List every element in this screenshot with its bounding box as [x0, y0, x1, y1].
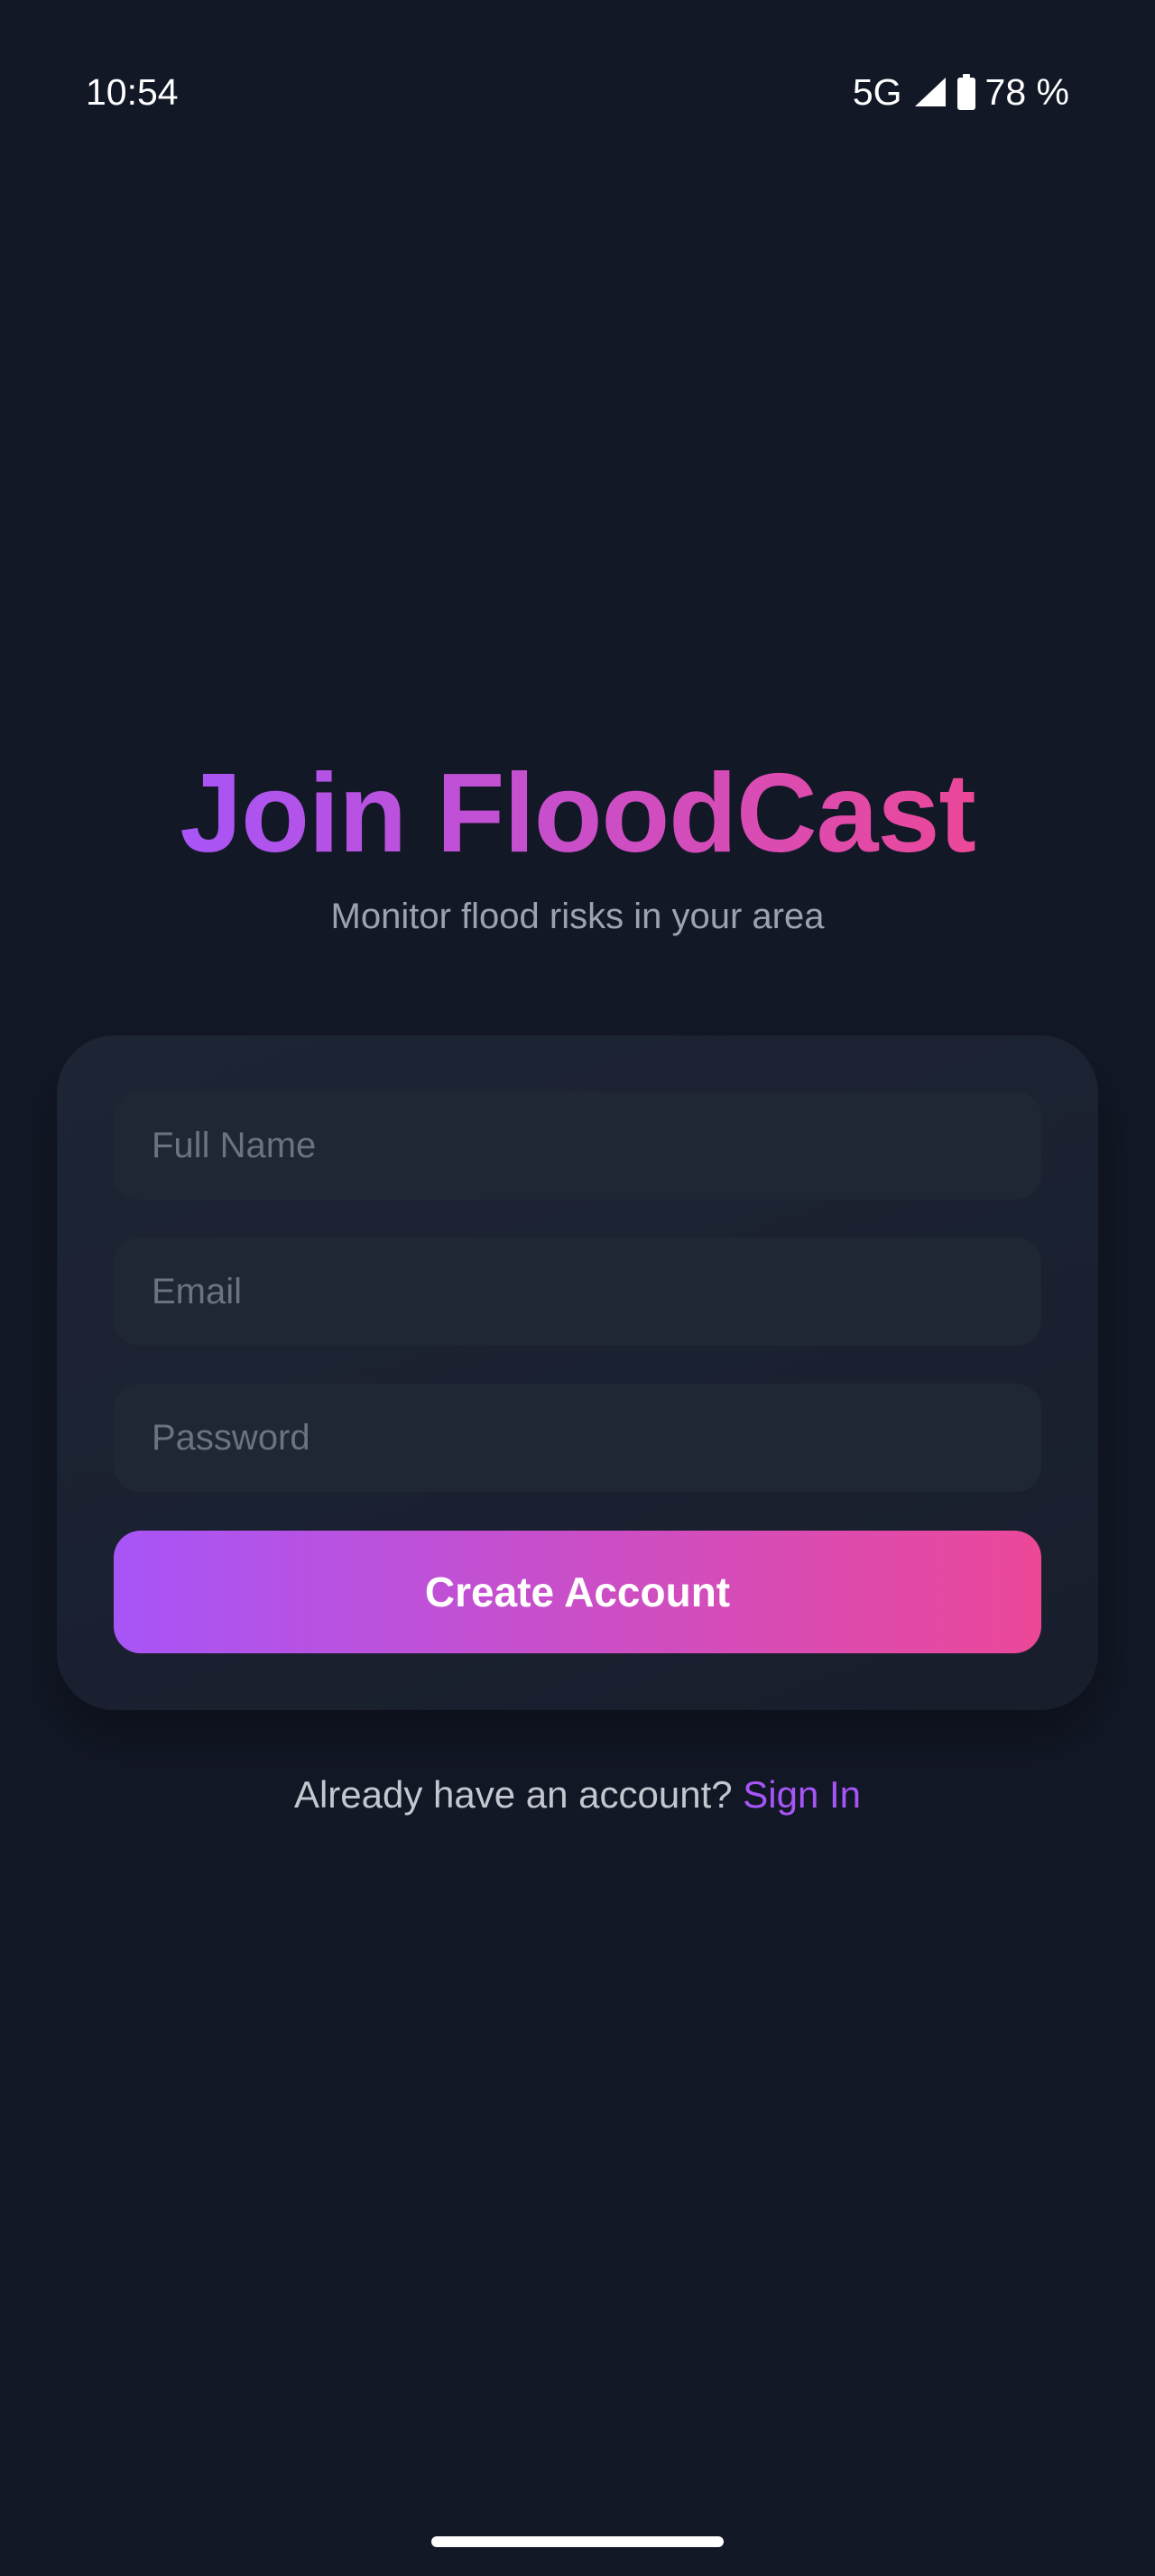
battery-icon — [956, 74, 976, 110]
home-indicator[interactable] — [431, 2536, 724, 2547]
page-subtitle: Monitor flood risks in your area — [330, 897, 825, 936]
signin-link[interactable]: Sign In — [743, 1773, 861, 1816]
signup-card: Create Account — [57, 1035, 1098, 1710]
battery-level: 78 % — [984, 70, 1069, 113]
password-field[interactable] — [114, 1384, 1041, 1492]
create-account-button[interactable]: Create Account — [114, 1531, 1041, 1653]
full-name-field[interactable] — [114, 1091, 1041, 1200]
signal-icon — [911, 76, 947, 108]
status-indicators: 5G 78 % — [853, 65, 1069, 119]
network-label: 5G — [852, 70, 902, 113]
status-bar: 10:54 5G 78 % — [0, 65, 1155, 119]
signin-prompt-row: Already have an account? Sign In — [0, 1770, 1155, 1820]
signin-prompt-text: Already have an account? — [293, 1773, 744, 1816]
page-title: Join FloodCast — [180, 751, 976, 876]
status-time: 10:54 — [86, 71, 179, 113]
email-field[interactable] — [114, 1237, 1041, 1346]
